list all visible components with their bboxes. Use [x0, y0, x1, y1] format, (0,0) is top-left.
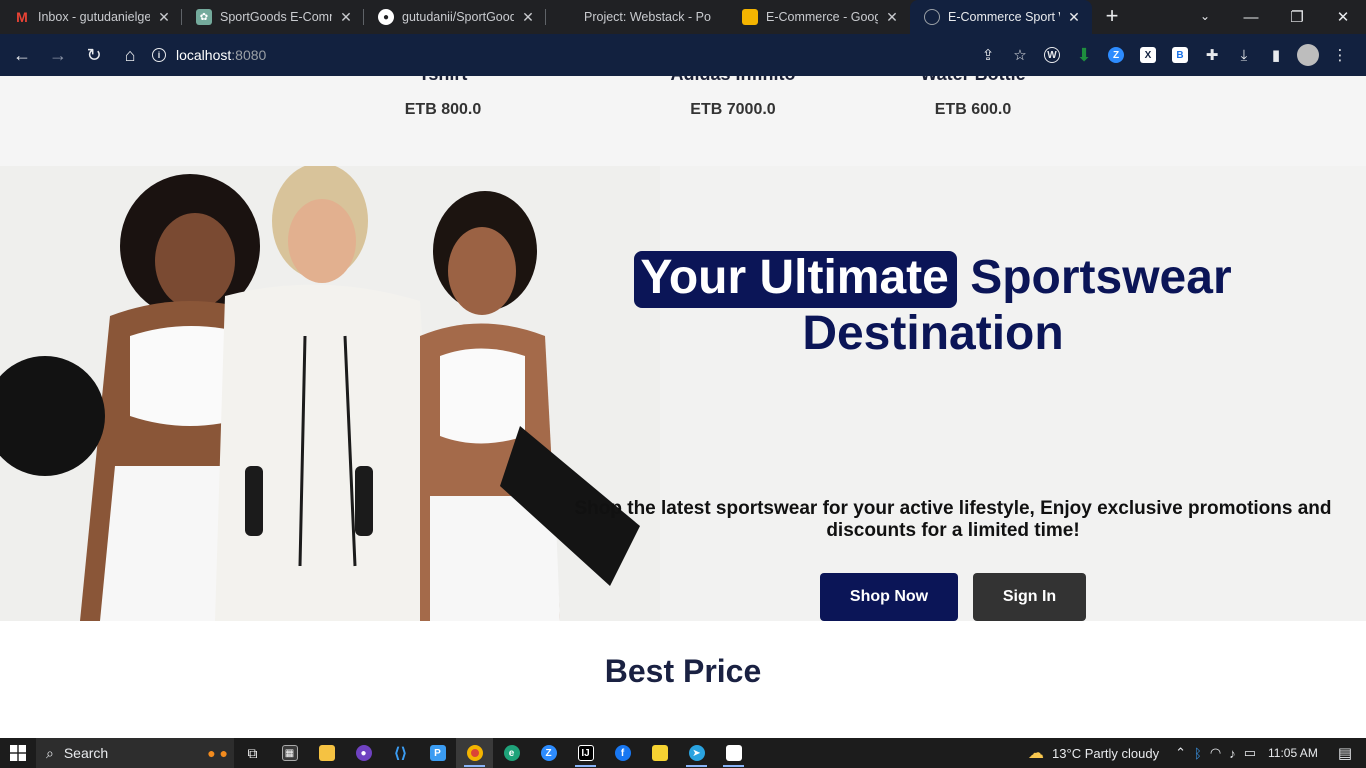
weather-text[interactable]: 13°C Partly cloudy	[1052, 746, 1159, 761]
side-panel-icon[interactable]: ▮	[1260, 39, 1292, 71]
wordtune-extension-icon[interactable]: W	[1036, 39, 1068, 71]
shop-now-button[interactable]: Shop Now	[820, 573, 958, 621]
system-tray: ☁ 13°C Partly cloudy ⌃ ᛒ ◠ ♪ ▭ 11:05 AM …	[1024, 738, 1366, 768]
close-tab-icon[interactable]: ✕	[156, 9, 172, 26]
task-view-icon[interactable]: ⧉	[234, 738, 271, 768]
edge-app-icon[interactable]: e	[493, 738, 530, 768]
url-host: localhost	[176, 47, 232, 63]
tab-label: gutudanii/SportGoods	[402, 10, 514, 24]
hero-title: Your Ultimate Sportswear Destination	[560, 250, 1306, 362]
zoom-app-icon[interactable]: Z	[530, 738, 567, 768]
blank-icon	[560, 9, 576, 25]
show-hidden-icons-icon[interactable]: ⌃	[1175, 745, 1186, 761]
sign-in-button[interactable]: Sign In	[973, 573, 1086, 621]
forward-icon[interactable]: →	[42, 39, 74, 71]
browser-toolbar: ← → ↻ ⌂ i localhost:8080 ⇪ ☆ W ⬇ Z X B ✚…	[0, 34, 1366, 76]
browser-tab-chatgpt[interactable]: ✿ SportGoods E-Comme ✕	[182, 0, 364, 34]
volume-icon[interactable]: ♪	[1229, 746, 1236, 761]
window-controls: — ❐ ✕	[1228, 0, 1366, 34]
new-tab-button[interactable]: +	[1092, 0, 1132, 34]
tab-search-icon[interactable]: ⌄	[1192, 0, 1218, 34]
taskbar-search-label: Search	[63, 745, 109, 761]
hero-section: Your Ultimate Sportswear Destination Sho…	[0, 166, 1366, 621]
share-icon[interactable]: ⇪	[972, 39, 1004, 71]
github-icon: ●	[378, 9, 394, 25]
best-price-title: Best Price	[604, 653, 762, 689]
tab-label: SportGoods E-Comme	[220, 10, 332, 24]
file-explorer-icon[interactable]	[308, 738, 345, 768]
vscode-icon[interactable]: ⟨⟩	[382, 738, 419, 768]
product-name[interactable]: Tshirt	[343, 76, 543, 85]
zoom-extension-icon[interactable]: Z	[1100, 39, 1132, 71]
back-icon[interactable]: ←	[6, 39, 38, 71]
close-tab-icon[interactable]: ✕	[884, 9, 900, 26]
browser-tab-active[interactable]: E-Commerce Sport Wo ✕	[910, 0, 1092, 34]
store-app-icon[interactable]: ▦	[271, 738, 308, 768]
hero-title-highlight: Your Ultimate	[634, 251, 957, 308]
telegram-app-icon[interactable]: ➤	[678, 738, 715, 768]
sticky-notes-icon[interactable]	[641, 738, 678, 768]
chrome-app-icon[interactable]	[456, 738, 493, 768]
paint-app-icon[interactable]: P	[419, 738, 456, 768]
restore-icon[interactable]: ❐	[1274, 8, 1320, 26]
hero-buttons: Shop Now Sign In	[820, 573, 1086, 621]
weather-icon[interactable]: ☁	[1028, 743, 1044, 763]
downloads-icon[interactable]: ⤓	[1228, 39, 1260, 71]
taskbar-search[interactable]: ⌕ Search ● ●	[36, 738, 234, 768]
notepad-app-icon[interactable]	[715, 738, 752, 768]
notifications-icon[interactable]: ▤	[1338, 744, 1352, 762]
intellij-app-icon[interactable]: IJ	[567, 738, 604, 768]
reload-icon[interactable]: ↻	[78, 39, 110, 71]
browser-tab-gmail[interactable]: M Inbox - gutudanielgele ✕	[0, 0, 182, 34]
wifi-icon[interactable]: ◠	[1210, 745, 1221, 761]
close-tab-icon[interactable]: ✕	[520, 9, 536, 26]
product-name[interactable]: Adidas Infinito	[633, 76, 833, 85]
address-bar[interactable]: i localhost:8080	[140, 39, 1040, 71]
extensions-puzzle-icon[interactable]: ✚	[1196, 39, 1228, 71]
globe-icon	[924, 9, 940, 25]
excel-extension-icon[interactable]: X	[1132, 39, 1164, 71]
google-slides-icon	[742, 9, 758, 25]
search-icon: ⌕	[46, 744, 54, 761]
browser-tab-bar: M Inbox - gutudanielgele ✕ ✿ SportGoods …	[0, 0, 1366, 34]
toolbar-icons: ⇪ ☆ W ⬇ Z X B ✚ ⤓ ▮ ⋮	[972, 39, 1356, 71]
battery-icon[interactable]: ▭	[1244, 745, 1256, 761]
clock-time[interactable]: 11:05 AM	[1268, 746, 1318, 760]
tab-label: Project: Webstack - Po	[584, 10, 711, 24]
gmail-icon: M	[16, 9, 28, 25]
browser-tab-github[interactable]: ● gutudanii/SportGoods ✕	[364, 0, 546, 34]
facebook-app-icon[interactable]: f	[604, 738, 641, 768]
tab-label: E-Commerce Sport Wo	[948, 10, 1060, 24]
bookmark-star-icon[interactable]: ☆	[1004, 39, 1036, 71]
download-arrow-extension-icon[interactable]: ⬇	[1068, 39, 1100, 71]
github-desktop-icon[interactable]: ●	[345, 738, 382, 768]
product-price: ETB 7000.0	[690, 101, 776, 118]
close-tab-icon[interactable]: ✕	[1066, 9, 1082, 26]
page-viewport: Tshirt ETB 800.0 Adidas Infinito ETB 700…	[0, 76, 1366, 738]
best-price-section: Best Price	[0, 621, 1366, 738]
site-info-icon[interactable]: i	[152, 48, 166, 62]
products-strip: Tshirt ETB 800.0 Adidas Infinito ETB 700…	[0, 76, 1366, 166]
browser-tab-google-slides[interactable]: E-Commerce - Google ✕	[728, 0, 910, 34]
menu-kebab-icon[interactable]: ⋮	[1324, 39, 1356, 71]
close-window-icon[interactable]: ✕	[1320, 8, 1366, 26]
b-extension-icon[interactable]: B	[1164, 39, 1196, 71]
chatgpt-icon: ✿	[196, 9, 212, 25]
windows-taskbar: ⌕ Search ● ● ⧉ ▦ ● ⟨⟩ P e Z IJ f ➤ ☁ 13°…	[0, 738, 1366, 768]
tab-label: E-Commerce - Google	[766, 10, 878, 24]
hero-photo	[0, 166, 660, 621]
browser-tab-project[interactable]: Project: Webstack - Po	[546, 0, 728, 34]
product-price: ETB 600.0	[934, 101, 1012, 118]
profile-avatar[interactable]	[1292, 39, 1324, 71]
hero-subtitle: Shop the latest sportswear for your acti…	[574, 498, 1332, 541]
product-name[interactable]: Water Bottle	[873, 76, 1073, 85]
bluetooth-icon[interactable]: ᛒ	[1194, 746, 1202, 761]
url-port: :8080	[231, 47, 267, 63]
halloween-decoration-icon: ● ●	[207, 745, 228, 761]
minimize-icon[interactable]: —	[1228, 9, 1274, 26]
tab-label: Inbox - gutudanielgele	[38, 10, 150, 24]
product-price: ETB 800.0	[404, 101, 482, 118]
close-tab-icon[interactable]: ✕	[338, 9, 354, 26]
windows-start-icon[interactable]	[0, 738, 36, 768]
